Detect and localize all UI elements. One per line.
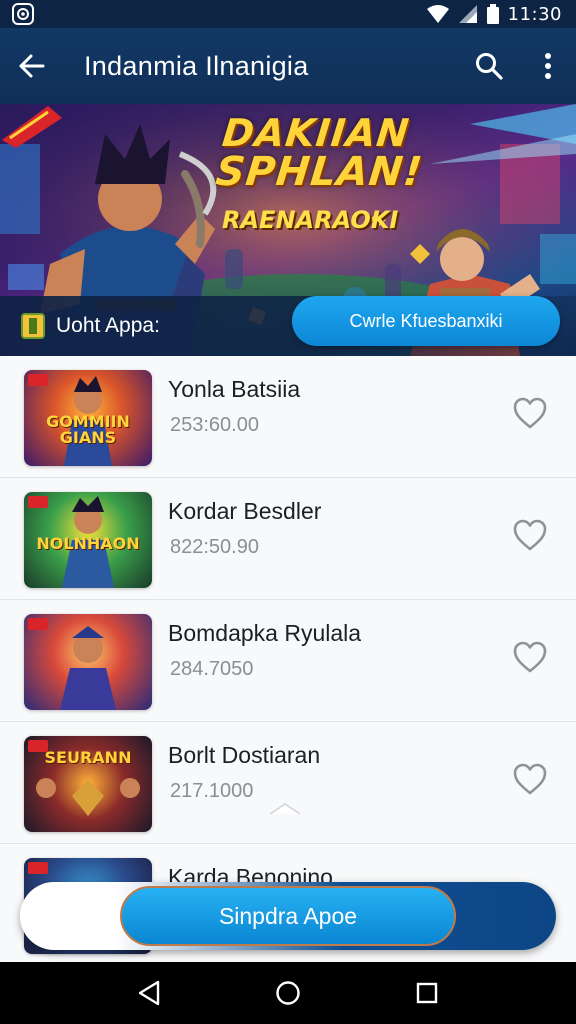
item-thumbnail xyxy=(24,614,152,710)
game-list: GOMMIIN GIANS Yonla Batsiia 253:60.00 NO… xyxy=(0,356,576,962)
item-subtitle: 284.7050 xyxy=(170,658,254,680)
thumbnail-caption: SEURANN xyxy=(44,748,132,767)
nav-back-button[interactable] xyxy=(129,973,169,1013)
thumbnail-tag xyxy=(28,374,48,386)
page-title: Indanmia Ilnanigia xyxy=(84,50,309,81)
banner-headline-line1: DAKIIAN xyxy=(220,111,412,155)
item-thumbnail: GOMMIIN GIANS xyxy=(24,370,152,466)
nav-home-icon xyxy=(276,981,300,1005)
thumbnail-tag xyxy=(28,618,48,630)
banner-cta-button[interactable]: Cwrle Kfuesbanxiki xyxy=(292,296,560,346)
banner-subtitle: RAENARAOKI xyxy=(222,206,399,234)
banner-headline: DAKIIAN SPHLAN! xyxy=(213,111,426,195)
item-title: Bomdapka Ryulala xyxy=(168,620,362,646)
status-bar: 11:30 xyxy=(0,0,576,28)
thumbnail-tag xyxy=(28,862,48,874)
banner-headline-line2: SPHLAN! xyxy=(213,149,426,195)
status-time: 11:30 xyxy=(507,3,562,25)
item-title: Yonla Batsiia xyxy=(168,376,301,402)
thumbnail-caption: GOMMIIN GIANS xyxy=(46,412,130,447)
status-left xyxy=(12,3,34,25)
nav-home-button[interactable] xyxy=(268,973,308,1013)
heart-outline-icon[interactable] xyxy=(512,518,548,552)
system-nav-bar xyxy=(0,962,576,1024)
battery-icon xyxy=(486,4,499,24)
nav-back-icon xyxy=(139,980,160,1006)
nav-recents-button[interactable] xyxy=(407,973,447,1013)
heart-outline-icon[interactable] xyxy=(512,762,548,796)
item-subtitle: 822:50.90 xyxy=(170,536,259,558)
item-title: Borlt Dostiaran xyxy=(168,742,321,768)
wifi-icon xyxy=(426,5,449,23)
more-vert-icon[interactable] xyxy=(544,52,552,80)
item-subtitle: 253:60.00 xyxy=(170,414,259,436)
arrow-left-icon[interactable] xyxy=(16,51,46,81)
banner-ribbon-badge xyxy=(2,106,62,148)
thumbnail-caption: NOLNHAON xyxy=(36,534,140,553)
thumbnail-tag xyxy=(28,496,48,508)
list-item[interactable]: Bomdapka Ryulala 284.7050 xyxy=(0,600,576,722)
list-item[interactable]: NOLNHAON Kordar Besdler 822:50.90 xyxy=(0,478,576,600)
signal-icon xyxy=(458,5,477,23)
bottom-cta-button[interactable]: Sinpdra Apoe xyxy=(120,886,456,946)
banner-label: Uoht Appa: xyxy=(56,314,160,337)
item-thumbnail: NOLNHAON xyxy=(24,492,152,588)
item-subtitle: 217.1000 xyxy=(170,780,254,802)
search-icon[interactable] xyxy=(474,51,504,81)
item-thumbnail: SEURANN xyxy=(24,736,152,832)
item-title: Kordar Besdler xyxy=(168,498,322,524)
list-item[interactable]: GOMMIIN GIANS Yonla Batsiia 253:60.00 xyxy=(0,356,576,478)
app-notification-icon xyxy=(12,3,34,25)
list-item[interactable]: SEURANN Borlt Dostiaran 217.1000 xyxy=(0,722,576,844)
app-badge-icon xyxy=(21,313,45,339)
app-bar: Indanmia Ilnanigia xyxy=(0,28,576,104)
heart-outline-icon[interactable] xyxy=(512,640,548,674)
chevron-up-icon xyxy=(269,803,301,815)
app-bar-actions xyxy=(474,51,552,81)
nav-recents-icon xyxy=(416,982,437,1004)
status-right: 11:30 xyxy=(426,3,562,25)
heart-outline-icon[interactable] xyxy=(512,396,548,430)
